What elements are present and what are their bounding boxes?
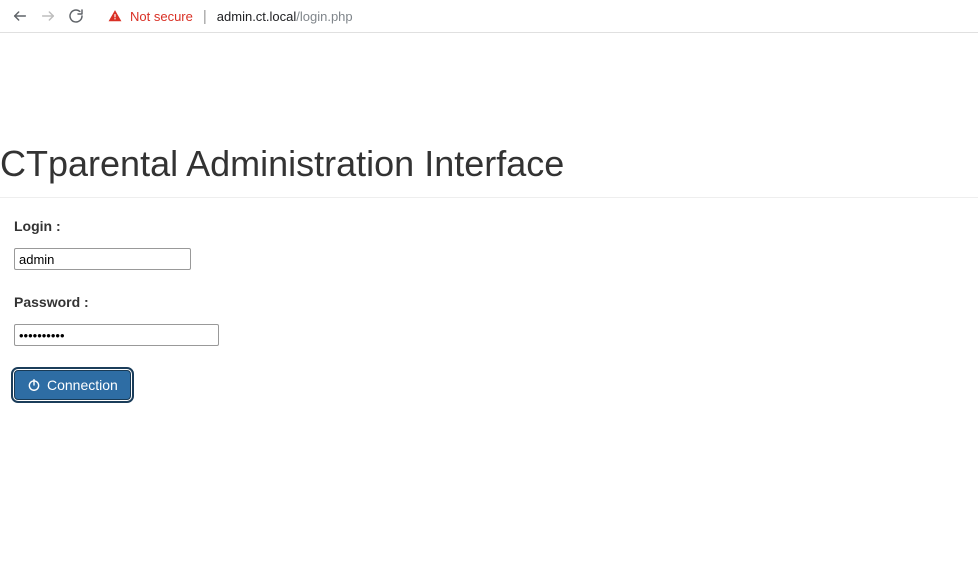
login-form: Login : Password : Connection (0, 218, 978, 400)
reload-button[interactable] (66, 6, 86, 26)
connection-button[interactable]: Connection (14, 370, 131, 400)
arrow-left-icon (12, 8, 28, 24)
password-input[interactable] (14, 324, 219, 346)
not-secure-label: Not secure (130, 9, 193, 24)
back-button[interactable] (10, 6, 30, 26)
page-title: CTparental Administration Interface (0, 33, 978, 198)
password-label: Password : (14, 294, 964, 310)
url-host: admin.ct.local (217, 9, 296, 24)
warning-icon (108, 9, 122, 23)
arrow-right-icon (40, 8, 56, 24)
address-divider: | (203, 8, 207, 25)
forward-button[interactable] (38, 6, 58, 26)
page-content: CTparental Administration Interface Logi… (0, 33, 978, 400)
url-text: admin.ct.local/login.php (217, 9, 353, 24)
power-icon (27, 378, 41, 392)
url-path: /login.php (296, 9, 352, 24)
login-input[interactable] (14, 248, 191, 270)
reload-icon (68, 8, 84, 24)
login-label: Login : (14, 218, 964, 234)
connection-button-label: Connection (47, 377, 118, 393)
browser-toolbar: Not secure | admin.ct.local/login.php (0, 0, 978, 33)
address-bar[interactable]: Not secure | admin.ct.local/login.php (98, 3, 968, 29)
